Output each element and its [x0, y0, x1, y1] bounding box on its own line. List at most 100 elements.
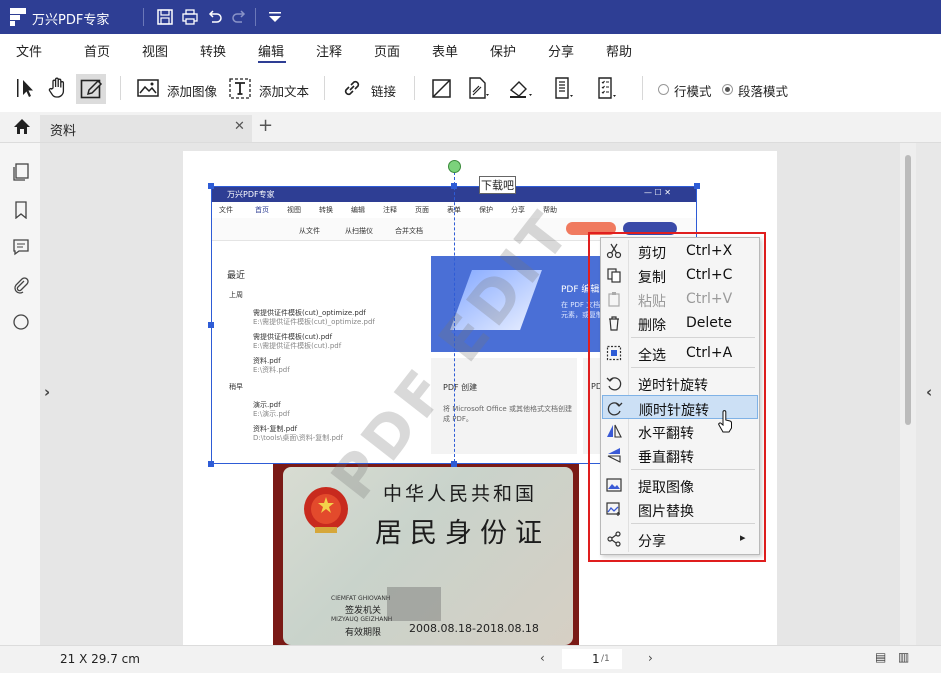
id-card-title: 居民身份证 [375, 518, 550, 549]
new-tab-icon[interactable]: + [258, 115, 273, 136]
document-tab[interactable]: 资料 ✕ [40, 115, 252, 142]
ctx-label: 提取图像 [638, 480, 694, 496]
ctx-item-copy[interactable]: 复制 Ctrl+C [602, 263, 758, 287]
ctx-separator [631, 469, 755, 470]
page-number-input[interactable]: 1 /1 [562, 649, 622, 669]
resize-handle[interactable] [208, 322, 214, 328]
ctx-item-replace-image[interactable]: 图片替换 [602, 497, 758, 521]
menu-protect[interactable]: 保护 [490, 41, 516, 60]
prev-page-icon[interactable]: ‹ [540, 651, 545, 665]
fit-width-icon[interactable]: ▥ [898, 650, 909, 664]
ctx-label: 水平翻转 [638, 426, 694, 442]
redo-icon[interactable] [230, 8, 248, 26]
scissors-icon [606, 243, 622, 259]
resize-handle[interactable] [694, 183, 700, 189]
add-image-icon[interactable] [136, 76, 160, 100]
menu-view[interactable]: 视图 [142, 41, 168, 60]
ctx-separator [631, 523, 755, 524]
ctx-label: 剪切 [638, 246, 666, 262]
annotation-label: 下载吧 [479, 176, 516, 194]
select-all-icon [606, 345, 622, 361]
crop-icon[interactable] [430, 76, 454, 100]
status-bar: 21 X 29.7 cm ‹ 1 /1 › ▤ ▥ [0, 645, 941, 673]
ctx-shortcut: Ctrl+C [686, 267, 733, 283]
ctx-item-rotate-ccw[interactable]: 逆时针旋转 [602, 371, 758, 395]
menu-convert[interactable]: 转换 [200, 41, 226, 60]
rotate-cw-icon [607, 402, 623, 416]
ctx-item-share[interactable]: 分享 ▸ [602, 527, 758, 551]
line-mode-radio[interactable] [658, 84, 669, 95]
select-tool-icon[interactable] [14, 76, 38, 100]
ctx-shortcut: Ctrl+A [686, 345, 733, 361]
ctx-separator [631, 337, 755, 338]
ctx-item-extract-image[interactable]: 提取图像 [602, 473, 758, 497]
ctx-label: 删除 [638, 318, 666, 334]
save-icon[interactable] [156, 8, 174, 26]
ctx-separator [631, 367, 755, 368]
id-card-validity: 2008.08.18-2018.08.18 [409, 622, 539, 635]
page-size-label: 21 X 29.7 cm [60, 652, 140, 666]
print-icon[interactable] [181, 8, 199, 26]
id-card-image[interactable]: 中华人民共和国 居民身份证 CIEMFAT GHIOVANH 签发机关 MIZY… [273, 461, 579, 645]
ctx-item-flip-vertical[interactable]: 垂直翻转 [602, 443, 758, 467]
ctx-item-select-all[interactable]: 全选 Ctrl+A [602, 341, 758, 365]
trash-icon [609, 316, 619, 331]
menu-help[interactable]: 帮助 [606, 41, 632, 60]
edit-content-tool-icon[interactable] [79, 77, 103, 101]
resize-handle[interactable] [208, 183, 214, 189]
extract-image-icon [606, 478, 622, 492]
menu-file[interactable]: 文件 [16, 41, 42, 60]
header-footer-icon[interactable] [551, 76, 575, 100]
ctx-item-paste[interactable]: 粘贴 Ctrl+V [602, 287, 758, 311]
undo-icon[interactable] [206, 8, 224, 26]
home-icon[interactable] [13, 118, 31, 135]
close-tab-icon[interactable]: ✕ [234, 119, 245, 134]
add-image-label[interactable]: 添加图像 [167, 81, 217, 100]
ctx-item-rotate-cw[interactable]: 顺时针旋转 [602, 395, 758, 419]
comment-icon[interactable] [12, 238, 30, 256]
ctx-label: 垂直翻转 [638, 450, 694, 466]
menu-home[interactable]: 首页 [84, 41, 110, 60]
ctx-item-flip-horizontal[interactable]: 水平翻转 [602, 419, 758, 443]
attachment-icon[interactable] [12, 276, 30, 294]
link-label[interactable]: 链接 [371, 81, 396, 100]
menu-edit[interactable]: 编辑 [258, 41, 284, 60]
rotate-handle[interactable] [448, 160, 461, 173]
fit-page-icon[interactable]: ▤ [875, 650, 886, 664]
background-icon[interactable] [465, 76, 489, 100]
search-circle-icon[interactable] [12, 313, 30, 331]
watermark-icon[interactable] [508, 76, 532, 100]
app-title: 万兴PDF专家 [32, 13, 110, 28]
resize-handle[interactable] [208, 461, 214, 467]
menu-page[interactable]: 页面 [374, 41, 400, 60]
bates-number-icon[interactable] [594, 76, 618, 100]
add-text-icon[interactable] [228, 76, 252, 100]
mouse-cursor-icon [718, 410, 732, 433]
hand-tool-icon[interactable] [46, 76, 70, 100]
expand-right-arrow-icon[interactable]: ‹ [926, 383, 932, 401]
paragraph-mode-radio[interactable] [722, 84, 733, 95]
ctx-label: 图片替换 [638, 504, 694, 520]
menu-comment[interactable]: 注释 [316, 41, 342, 60]
paragraph-mode-label[interactable]: 段落模式 [738, 81, 788, 100]
add-text-label[interactable]: 添加文本 [259, 81, 309, 100]
ctx-label: 全选 [638, 348, 666, 364]
copy-icon [607, 268, 621, 283]
expand-left-arrow-icon[interactable]: › [44, 383, 50, 401]
link-icon[interactable] [340, 76, 364, 100]
id-card-issuer-label: 签发机关 [345, 606, 382, 616]
scrollbar-thumb[interactable] [905, 155, 911, 425]
ctx-item-cut[interactable]: 剪切 Ctrl+X [602, 239, 758, 263]
next-page-icon[interactable]: › [648, 651, 653, 665]
id-card-country: 中华人民共和国 [383, 483, 538, 505]
ctx-shortcut: Ctrl+V [686, 291, 733, 307]
total-pages: /1 [601, 654, 610, 664]
pages-thumbnail-icon[interactable] [12, 163, 30, 181]
menu-share[interactable]: 分享 [548, 41, 574, 60]
ctx-item-delete[interactable]: 删除 Delete [602, 311, 758, 335]
line-mode-label[interactable]: 行模式 [674, 81, 712, 100]
bookmark-icon[interactable] [12, 201, 30, 219]
menu-bar: 文件 首页 视图 转换 编辑 注释 页面 表单 保护 分享 帮助 [0, 34, 941, 64]
customize-dropdown-icon[interactable] [266, 8, 284, 26]
menu-form[interactable]: 表单 [432, 41, 458, 60]
